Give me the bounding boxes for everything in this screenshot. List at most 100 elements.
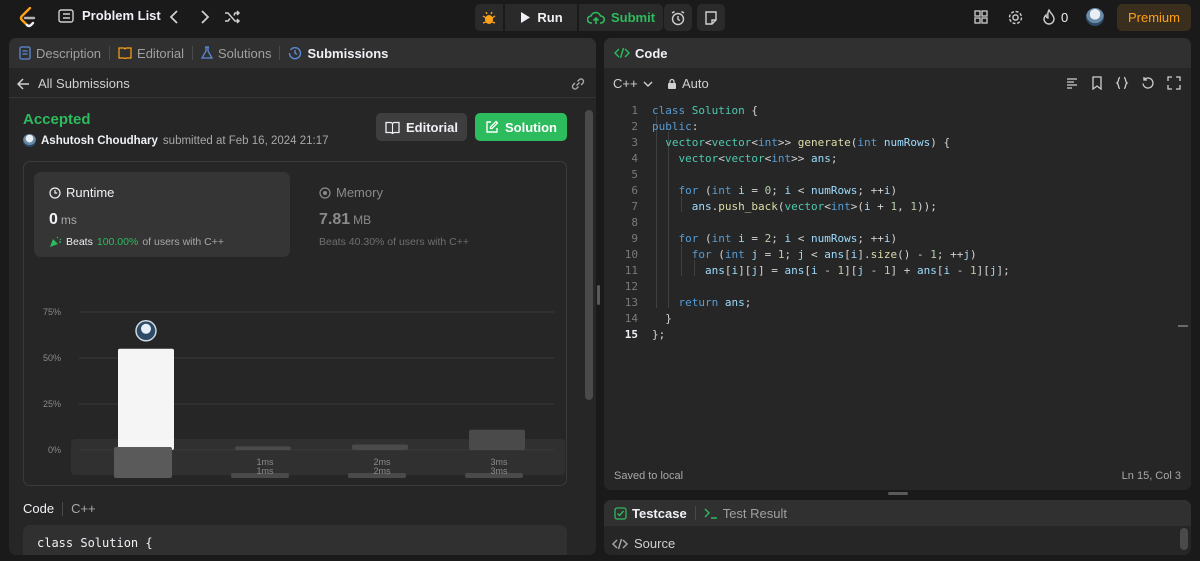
format-icon[interactable] [1065, 76, 1079, 90]
run-button[interactable]: Run [505, 4, 577, 31]
reset-icon[interactable] [1141, 76, 1155, 90]
overview-tick-label: 3ms [490, 466, 508, 476]
braces-icon[interactable] [1115, 76, 1129, 90]
code-line[interactable]: class Solution { [652, 104, 758, 117]
prev-problem-icon[interactable] [168, 8, 182, 26]
auto-label: Auto [682, 76, 709, 91]
run-controls: Run Submit [475, 4, 663, 31]
editorial-button[interactable]: Editorial [376, 113, 467, 141]
problem-list-button[interactable]: Problem List [58, 8, 161, 23]
line-number: 10 [624, 248, 638, 261]
source-toggle[interactable]: Source [612, 536, 675, 551]
overview-tick-label: 2ms [373, 466, 391, 476]
code-line[interactable]: for (int j = 1; j < ans[i].size() - 1; +… [652, 248, 977, 261]
leetcode-logo[interactable] [18, 7, 38, 29]
line-number: 4 [631, 152, 638, 165]
book-icon [118, 47, 132, 59]
language-select[interactable]: C++ [613, 76, 653, 91]
line-number: 11 [624, 264, 638, 277]
chevron-down-icon [643, 80, 653, 88]
settings-gear-icon[interactable] [1007, 9, 1024, 26]
streak-counter[interactable]: 0 [1042, 9, 1068, 25]
y-tick-label: 75% [43, 307, 61, 317]
cursor-position: Ln 15, Col 3 [1121, 470, 1181, 482]
tab-description[interactable]: Description [19, 46, 101, 61]
bookmark-icon[interactable] [1091, 76, 1103, 90]
top-bar: Problem List Run Submit 0 Premium [0, 0, 1200, 36]
submitted-time: submitted at Feb 16, 2024 21:17 [162, 134, 329, 147]
next-problem-icon[interactable] [197, 8, 211, 26]
checkbox-icon [614, 506, 627, 520]
stats-card: Runtime 0 ms Beats 100.00% of users with … [23, 161, 567, 486]
expand-icon[interactable] [1167, 76, 1181, 90]
all-submissions-link[interactable]: All Submissions [17, 76, 130, 91]
code-line[interactable]: vector<vector<int>> ans; [652, 152, 838, 165]
code-line[interactable]: return ans; [652, 296, 752, 309]
line-number: 13 [624, 296, 638, 309]
tab-description-label: Description [36, 45, 102, 61]
book-icon [385, 121, 400, 134]
notes-button[interactable] [697, 4, 725, 31]
code-language: C++ [71, 501, 96, 516]
document-icon [19, 46, 31, 60]
note-icon [703, 10, 719, 26]
chart-bar [352, 444, 408, 450]
bottom-scrollbar[interactable] [1180, 528, 1188, 550]
tab-code[interactable]: Code [614, 46, 668, 61]
code-line[interactable]: ans.push_back(vector<int>(i + 1, 1)); [652, 200, 937, 213]
panel-resize-handle[interactable] [597, 285, 600, 305]
scrollbar-thumb[interactable] [585, 110, 593, 400]
runtime-distribution-chart: 75%50%25%0%1ms1ms2ms2ms3ms3ms [43, 307, 565, 478]
layout-grid-icon[interactable] [973, 9, 989, 25]
y-tick-label: 25% [43, 399, 61, 409]
flame-icon [1042, 9, 1056, 25]
left-tabs: Description Editorial Solutions Submissi… [9, 38, 596, 68]
editorial-button-label: Editorial [405, 119, 458, 135]
play-icon [519, 11, 531, 24]
author-avatar [23, 134, 36, 147]
line-number: 9 [631, 232, 638, 245]
shuffle-icon[interactable] [223, 8, 241, 26]
language-label: C++ [613, 76, 638, 91]
separator [62, 501, 64, 516]
overview-bar [114, 447, 172, 478]
flask-icon [201, 46, 213, 60]
line-number: 5 [631, 168, 638, 181]
code-line[interactable]: }; [652, 328, 665, 341]
code-line[interactable]: public: [652, 120, 698, 133]
tab-test-result[interactable]: Test Result [704, 506, 787, 521]
solution-button[interactable]: Solution [475, 113, 567, 141]
submission-byline: Ashutosh Choudhary submitted at Feb 16, … [23, 134, 329, 147]
code-line[interactable]: vector<vector<int>> generate(int numRows… [652, 136, 950, 149]
link-icon[interactable] [570, 77, 586, 91]
line-number: 14 [624, 312, 638, 325]
left-scrollbar[interactable] [585, 100, 593, 555]
cloud-upload-icon [586, 11, 605, 25]
tab-editorial-label: Editorial [137, 45, 184, 61]
user-avatar[interactable] [1086, 8, 1104, 26]
code-label: Code [23, 501, 55, 516]
code-line[interactable]: ans[i][j] = ans[i - 1][j - 1] + ans[i - … [652, 264, 1010, 277]
tab-submissions[interactable]: Submissions [288, 46, 388, 61]
scroll-marker [1178, 325, 1188, 327]
code-editor[interactable]: 1 class Solution {2 public: 3 vector<vector… [604, 100, 1191, 460]
timer-button[interactable] [664, 4, 692, 31]
tab-test-result-label: Test Result [722, 505, 787, 521]
tab-solutions[interactable]: Solutions [201, 46, 271, 61]
code-line[interactable]: for (int i = 2; i < numRows; ++i) [652, 232, 898, 245]
tab-testcase-label: Testcase [632, 505, 687, 521]
auto-mode[interactable]: Auto [667, 76, 709, 91]
terminal-icon [704, 507, 718, 519]
code-brackets-icon [614, 47, 630, 59]
premium-button[interactable]: Premium [1117, 4, 1191, 31]
tab-separator [109, 46, 111, 60]
tab-testcase[interactable]: Testcase [614, 506, 687, 521]
tab-solutions-label: Solutions [218, 45, 272, 61]
code-line[interactable]: } [652, 312, 672, 325]
debug-button[interactable] [475, 4, 503, 31]
vertical-resize-handle[interactable] [888, 492, 908, 495]
submit-button[interactable]: Submit [579, 4, 663, 31]
code-line[interactable]: for (int i = 0; i < numRows; ++i) [652, 184, 898, 197]
tab-editorial[interactable]: Editorial [118, 46, 184, 61]
author-name[interactable]: Ashutosh Choudhary [41, 135, 158, 147]
